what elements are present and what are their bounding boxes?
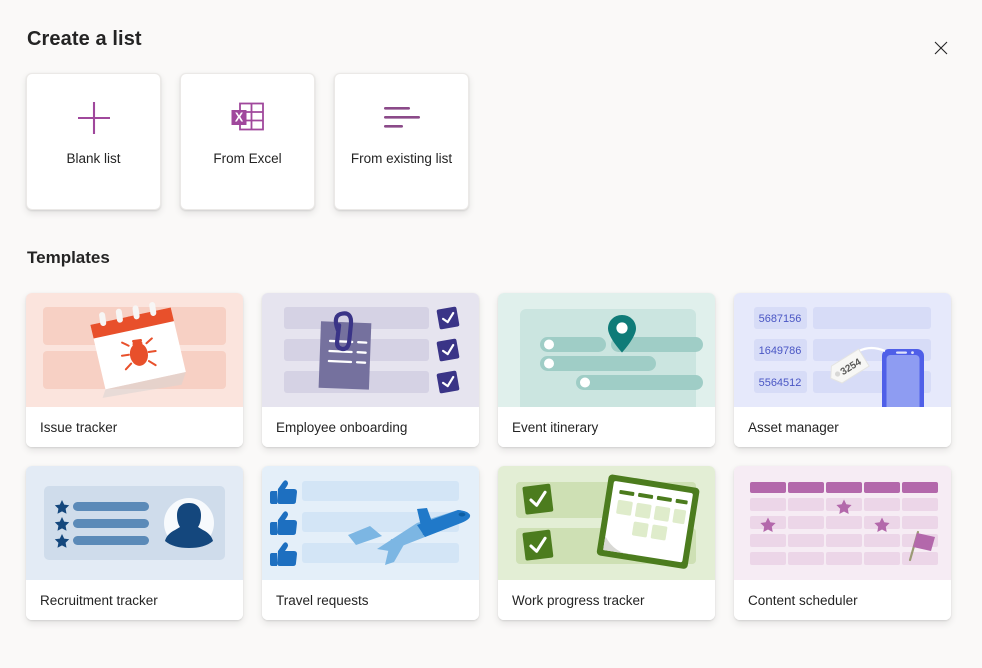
event-itinerary-illustration	[498, 293, 715, 407]
create-option-label: Blank list	[66, 151, 121, 166]
template-label: Travel requests	[276, 592, 369, 608]
template-footer: Event itinerary	[498, 407, 715, 447]
template-label: Asset manager	[748, 419, 839, 435]
template-label: Recruitment tracker	[40, 592, 158, 608]
issue-tracker-illustration	[26, 293, 243, 407]
create-option-from-excel[interactable]: X From Excel	[180, 73, 315, 210]
template-footer: Recruitment tracker	[26, 580, 243, 620]
template-card-work-progress-tracker[interactable]: Work progress tracker	[498, 466, 715, 620]
template-card-employee-onboarding[interactable]: Employee onboarding	[262, 293, 479, 447]
templates-grid: Issue tracker Employee onboarding Event …	[26, 293, 951, 620]
create-option-label: From existing list	[350, 151, 453, 166]
excel-grid-icon: X	[181, 74, 314, 152]
template-label: Employee onboarding	[276, 419, 408, 435]
asset-value-2: 5564512	[759, 377, 802, 389]
create-option-blank-list[interactable]: Blank list	[26, 73, 161, 210]
svg-text:X: X	[234, 111, 243, 125]
template-card-recruitment-tracker[interactable]: Recruitment tracker	[26, 466, 243, 620]
close-button[interactable]	[925, 33, 957, 65]
template-card-issue-tracker[interactable]: Issue tracker	[26, 293, 243, 447]
asset-value-1: 1649786	[759, 345, 802, 357]
create-option-label: From Excel	[213, 151, 282, 166]
templates-section-title: Templates	[27, 248, 110, 267]
template-card-asset-manager[interactable]: 5687156 1649786 5564512 3254 Asset manag…	[734, 293, 951, 447]
plus-icon	[27, 74, 160, 152]
template-label: Issue tracker	[40, 419, 118, 435]
template-card-travel-requests[interactable]: Travel requests	[262, 466, 479, 620]
list-lines-icon	[335, 74, 468, 152]
template-label: Event itinerary	[512, 419, 599, 435]
template-footer: Asset manager	[734, 407, 951, 447]
create-options-row: Blank list X From Excel From existing li…	[26, 73, 469, 210]
template-footer: Work progress tracker	[498, 580, 715, 620]
template-label: Work progress tracker	[512, 592, 645, 608]
template-card-event-itinerary[interactable]: Event itinerary	[498, 293, 715, 447]
template-footer: Content scheduler	[734, 580, 951, 620]
recruitment-tracker-illustration	[26, 466, 243, 580]
template-card-content-scheduler[interactable]: Content scheduler	[734, 466, 951, 620]
content-scheduler-illustration	[734, 466, 951, 580]
asset-manager-illustration: 5687156 1649786 5564512 3254	[734, 293, 951, 407]
close-icon	[934, 41, 948, 58]
template-label: Content scheduler	[748, 592, 858, 608]
create-option-from-existing-list[interactable]: From existing list	[334, 73, 469, 210]
template-footer: Travel requests	[262, 580, 479, 620]
employee-onboarding-illustration	[262, 293, 479, 407]
asset-value-0: 5687156	[759, 313, 802, 325]
work-progress-illustration	[498, 466, 715, 580]
template-footer: Issue tracker	[26, 407, 243, 447]
page-title: Create a list	[27, 28, 142, 50]
template-footer: Employee onboarding	[262, 407, 479, 447]
travel-requests-illustration	[262, 466, 479, 580]
